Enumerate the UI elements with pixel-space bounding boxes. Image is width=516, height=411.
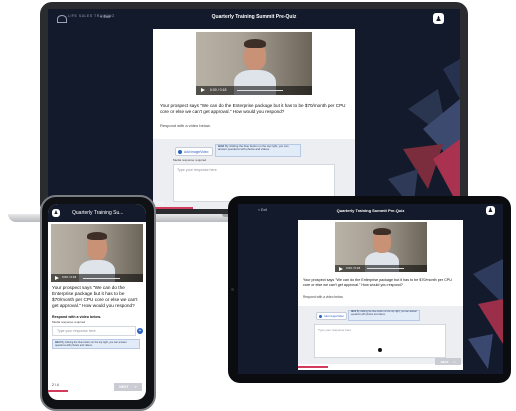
add-image-video-button[interactable]: Add Image/Video xyxy=(175,147,213,156)
play-icon[interactable] xyxy=(338,266,343,271)
video-seek-bar[interactable] xyxy=(83,277,120,279)
respond-label: Respond with a video below. xyxy=(160,123,211,128)
upload-icon xyxy=(178,149,182,154)
progress-bar xyxy=(153,207,193,209)
play-icon[interactable] xyxy=(54,275,59,280)
response-textarea[interactable]: Type your response here xyxy=(314,324,446,358)
tablet-screen: < Exit Quarterly Training Summit Pre-Qui… xyxy=(238,204,503,374)
respond-label: Respond with a video below. xyxy=(52,315,101,319)
quiz-card: 0:00 / 0:18 Your prospect says "We can d… xyxy=(298,220,463,370)
page-indicator: 2 / 4 xyxy=(156,201,163,205)
hint-box: Hint! By clicking the blue button on the… xyxy=(348,310,420,321)
hint-text: By clicking the blue button on the top r… xyxy=(218,144,289,152)
quiz-title: Quarterly Training Summit Pre-Quiz xyxy=(336,208,405,213)
user-icon[interactable]: ♟ xyxy=(433,13,444,24)
progress-bar xyxy=(48,390,68,392)
video-player[interactable]: 0:00 / 0:18 xyxy=(335,222,427,272)
add-image-label: Add Image/Video xyxy=(324,314,344,318)
decorative-pattern xyxy=(388,59,460,209)
play-icon[interactable] xyxy=(200,88,205,93)
video-player[interactable]: 0:00 / 0:18 xyxy=(51,224,143,282)
progress-bar xyxy=(298,366,328,368)
video-time: 0:00 / 0:18 xyxy=(62,275,77,280)
hint-text: By clicking the blue button on the top r… xyxy=(351,311,417,316)
laptop-screen: LIFE SALES TRAINING < Exit Quarterly Tra… xyxy=(48,9,460,209)
top-bar: LIFE SALES TRAINING < Exit Quarterly Tra… xyxy=(48,9,460,27)
phone-top-bar: ♟ Quarterly Training Su... xyxy=(48,204,146,222)
decorative-pattern xyxy=(468,259,503,369)
hint-box: Hint! By clicking the blue button on the… xyxy=(52,339,140,349)
quiz-title: Quarterly Training Summit Pre-Quiz xyxy=(211,14,297,20)
add-image-label: Add Image/Video xyxy=(184,149,209,154)
user-icon[interactable]: ♟ xyxy=(486,206,495,215)
quiz-card: 0:00 / 0:18 Your prospect says "We can d… xyxy=(153,29,355,209)
quiz-title: Quarterly Training Su... xyxy=(72,210,124,216)
page-indicator: 2 / 4 xyxy=(52,383,59,387)
video-time: 0:00 / 0:18 xyxy=(209,87,227,92)
next-button[interactable]: NEXT > xyxy=(114,383,142,391)
hint-text: By clicking the blue button on the top r… xyxy=(55,341,127,348)
respond-label: Respond with a video below. xyxy=(303,295,344,299)
response-panel: Add Image/Video Hint! By clicking the bl… xyxy=(298,306,463,364)
tablet-camera xyxy=(231,288,234,291)
hint-title: Hint! xyxy=(351,311,357,313)
video-player[interactable]: 0:00 / 0:18 xyxy=(196,32,312,95)
media-required-label: Media response required xyxy=(173,158,207,162)
response-textarea[interactable]: Type your response here xyxy=(52,326,136,336)
media-required-label: Media response required xyxy=(52,320,86,324)
add-image-video-button[interactable]: Add Image/Video xyxy=(316,312,347,320)
page-indicator: 2 / 4 xyxy=(302,360,309,364)
video-time: 0:00 / 0:18 xyxy=(346,266,361,271)
next-button[interactable]: NEXT > xyxy=(435,358,461,365)
phone-screen: ♟ Quarterly Training Su... 0:00 / 0:18 Y… xyxy=(48,204,146,400)
add-media-button[interactable]: + xyxy=(137,328,143,334)
video-seek-bar[interactable] xyxy=(367,268,404,270)
upload-icon xyxy=(319,314,322,318)
user-icon[interactable]: ♟ xyxy=(52,209,60,217)
question-text: Your prospect says "We can do the Enterp… xyxy=(52,285,138,309)
question-text: Your prospect says "We can do the Enterp… xyxy=(160,103,346,115)
question-text: Your prospect says "We can do the Enterp… xyxy=(303,278,452,287)
record-icon[interactable] xyxy=(378,348,382,352)
hint-box: Hint! By clicking the blue button on the… xyxy=(215,144,301,157)
video-seek-bar[interactable] xyxy=(236,90,283,92)
